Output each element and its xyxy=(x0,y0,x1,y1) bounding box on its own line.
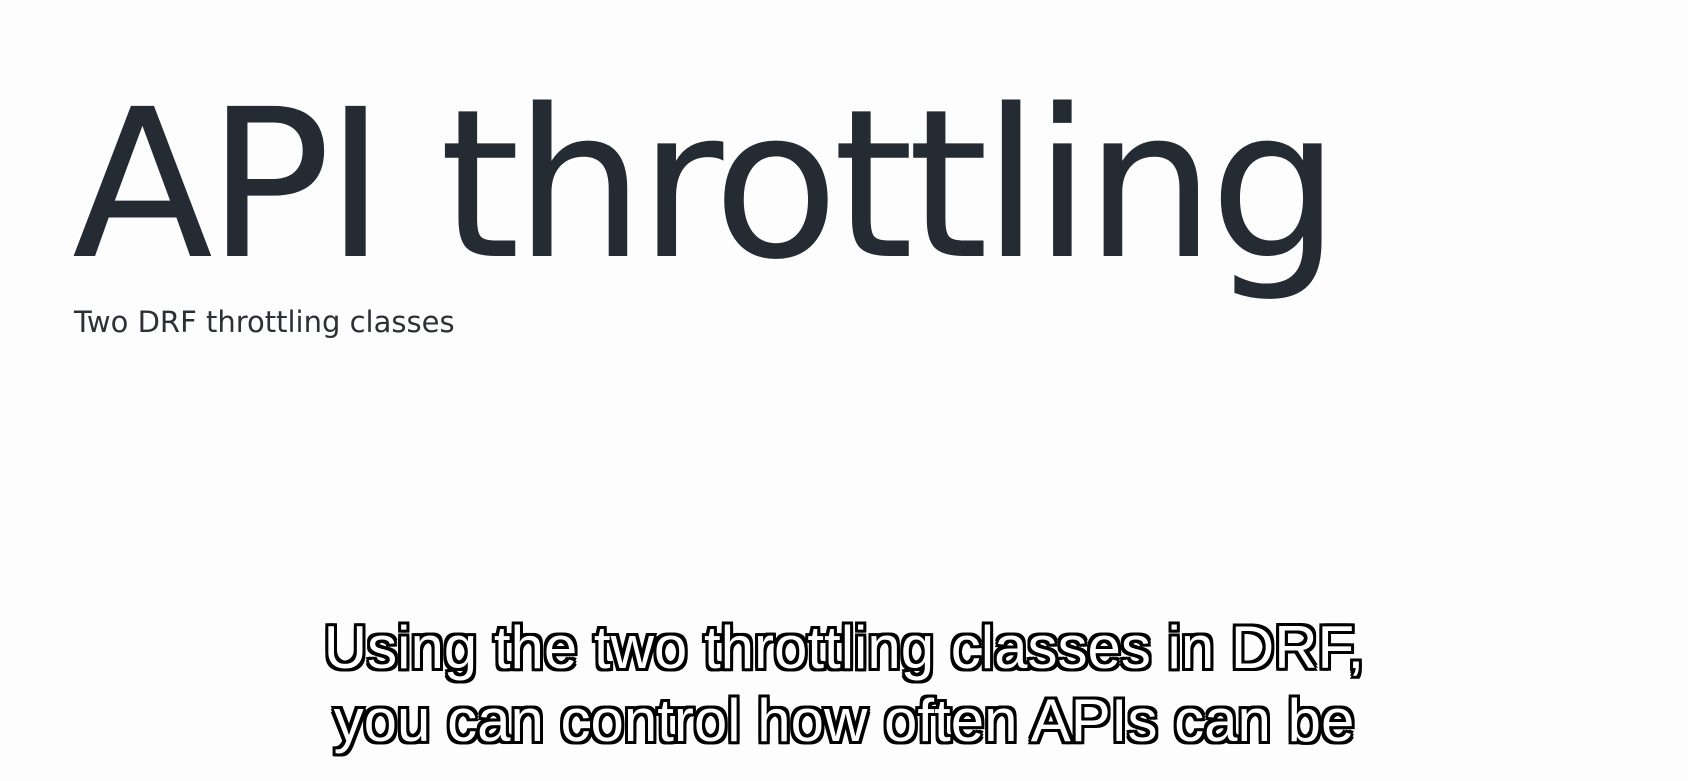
caption-line: Using the two throttling classes in DRF, xyxy=(323,614,1365,681)
slide-subtitle: Two DRF throttling classes xyxy=(74,305,455,339)
video-caption: Using the two throttling classes in DRF,… xyxy=(0,611,1688,757)
slide-title: API throttling xyxy=(72,65,1340,305)
caption-line: you can control how often APIs can be xyxy=(333,687,1355,754)
